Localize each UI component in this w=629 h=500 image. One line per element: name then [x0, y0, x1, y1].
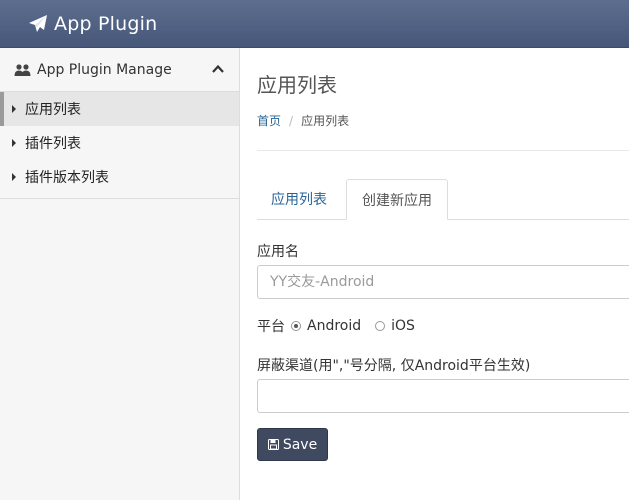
save-button[interactable]: Save [257, 428, 328, 461]
page-title: 应用列表 [257, 73, 337, 97]
sidebar-item-app-list[interactable]: 应用列表 [0, 92, 239, 126]
caret-right-icon [12, 139, 16, 147]
breadcrumb: 首页 / 应用列表 [257, 112, 349, 129]
divider [257, 150, 629, 151]
tab-app-list[interactable]: 应用列表 [257, 179, 341, 219]
users-icon [14, 63, 31, 76]
app-name-label: 应用名 [257, 244, 299, 260]
save-button-label: Save [282, 436, 318, 453]
sidebar-item-plugin-list[interactable]: 插件列表 [0, 126, 239, 160]
platform-label: 平台 [257, 319, 285, 335]
paper-plane-icon [29, 14, 47, 32]
breadcrumb-home-link[interactable]: 首页 [257, 112, 281, 129]
sidebar-section-header[interactable]: App Plugin Manage [0, 48, 239, 92]
platform-radio-group: 平台 Android iOS [257, 316, 415, 336]
sidebar-item-plugin-version-list[interactable]: 插件版本列表 [0, 160, 239, 194]
blocked-channels-label: 屏蔽渠道(用","号分隔, 仅Android平台生效) [257, 358, 531, 374]
blocked-channels-input[interactable] [257, 379, 629, 413]
brand-title: App Plugin [54, 12, 158, 35]
breadcrumb-current: 应用列表 [301, 114, 350, 128]
caret-right-icon [12, 173, 16, 181]
sidebar-item-label: 插件列表 [25, 136, 81, 152]
radio-ios-label[interactable]: iOS [391, 318, 415, 334]
top-navbar: App Plugin [0, 0, 629, 48]
radio-android-label[interactable]: Android [307, 318, 361, 334]
caret-right-icon [12, 105, 16, 113]
floppy-disk-icon [267, 439, 279, 450]
app-name-input[interactable] [257, 265, 629, 299]
sidebar: App Plugin Manage 应用列表 插件列表 插件版本列表 [0, 48, 240, 500]
tab-bar: 应用列表 创建新应用 [257, 179, 629, 220]
chevron-up-icon[interactable] [211, 62, 225, 76]
sidebar-menu: 应用列表 插件列表 插件版本列表 [0, 92, 239, 199]
breadcrumb-separator: / [289, 113, 294, 128]
tab-create-app[interactable]: 创建新应用 [346, 179, 448, 220]
radio-ios[interactable] [375, 321, 386, 331]
sidebar-item-label: 应用列表 [25, 102, 81, 118]
brand[interactable]: App Plugin [28, 13, 157, 35]
main-content: 应用列表 首页 / 应用列表 应用列表 创建新应用 应用名 平台 Android… [257, 48, 629, 500]
radio-android[interactable] [291, 321, 301, 331]
sidebar-item-label: 插件版本列表 [25, 170, 109, 186]
sidebar-section-title: App Plugin Manage [37, 61, 172, 78]
